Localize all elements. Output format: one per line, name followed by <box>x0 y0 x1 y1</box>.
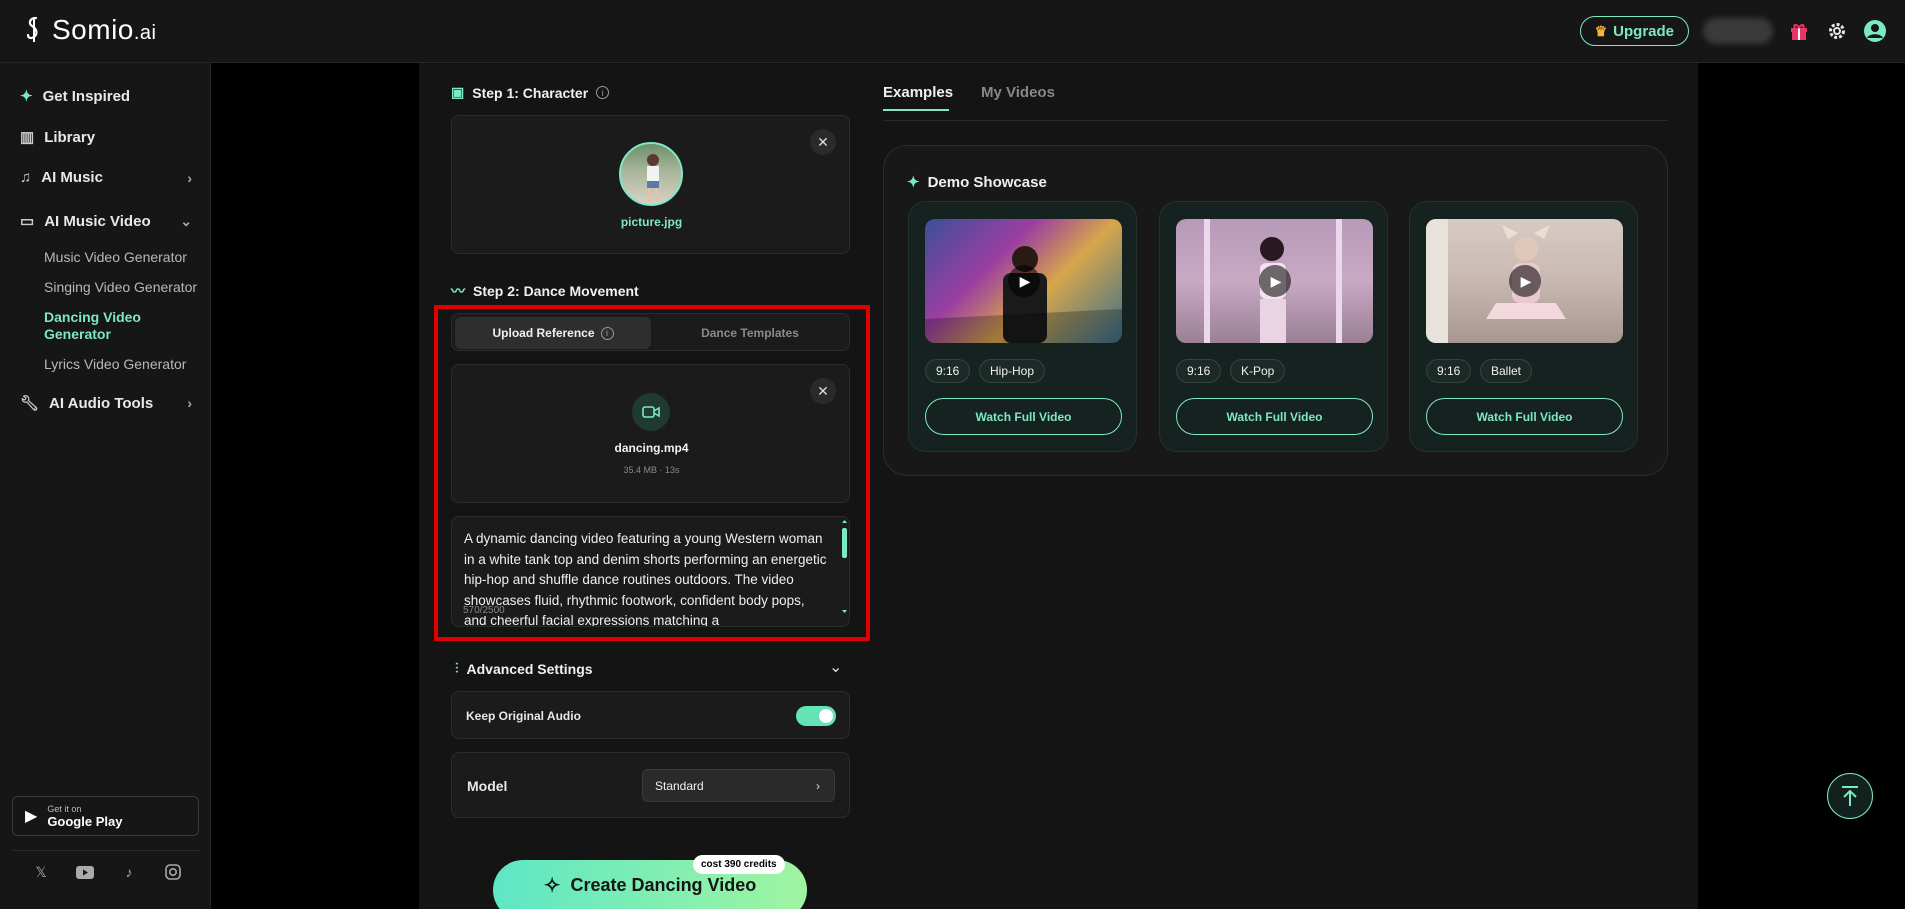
watch-full-video-button[interactable]: Watch Full Video <box>925 398 1122 435</box>
gear-icon[interactable] <box>1825 19 1849 43</box>
user-credits-blurred <box>1703 18 1773 44</box>
sidebar-sub-lyrics-video-generator[interactable]: Lyrics Video Generator <box>44 356 186 372</box>
tab-divider <box>883 120 1668 121</box>
tab-active-indicator <box>883 109 949 111</box>
step1-title: ▣ Step 1: Character i <box>451 84 610 101</box>
sidebar-item-ai-music-video[interactable]: ▭ AI Music Video ⌄ <box>20 212 192 231</box>
ratio-chip: 9:16 <box>1426 359 1472 383</box>
google-play-icon: ▶ <box>25 808 38 825</box>
step2-title: 〰 Step 2: Dance Movement <box>451 281 639 301</box>
keep-audio-row: Keep Original Audio <box>451 691 850 739</box>
sidebar-item-label: AI Music Video <box>44 212 151 230</box>
character-thumbnail <box>619 142 683 206</box>
chevron-right-icon: › <box>816 778 820 793</box>
top-bar: Somio.ai ♛ Upgrade <box>0 0 1905 63</box>
showcase-title: ✦ Demo Showcase <box>907 173 1047 192</box>
sparkle-icon: ✦ <box>20 88 33 105</box>
chevron-right-icon: › <box>187 169 192 186</box>
chevron-right-icon: › <box>187 395 192 411</box>
scroll-to-top-button[interactable] <box>1827 773 1873 819</box>
wrench-icon: 🔧︎ <box>20 395 40 412</box>
library-icon: ▥ <box>20 129 35 146</box>
youtube-icon[interactable] <box>76 863 94 881</box>
chevron-down-icon[interactable]: ⌄ <box>829 657 842 677</box>
advanced-settings-header[interactable]: ⫶ Advanced Settings <box>455 660 593 677</box>
keep-audio-toggle[interactable] <box>796 706 836 726</box>
step1-title-text: Step 1: Character <box>472 84 589 101</box>
demo-video-card: ▶ 9:16 K-Pop Watch Full Video <box>1159 201 1388 452</box>
sparkle-icon: ✦ <box>907 174 920 191</box>
genre-chip: Hip-Hop <box>979 359 1046 383</box>
sidebar-item-label: Get Inspired <box>42 87 131 105</box>
video-thumbnail[interactable]: ▶ <box>1176 219 1373 343</box>
avatar-icon[interactable] <box>1863 19 1887 43</box>
info-icon[interactable]: i <box>596 86 610 99</box>
genre-chip: Ballet <box>1480 359 1533 383</box>
sidebar: ✦ Get Inspired ▥ Library ♫ AI Music › ▭ … <box>0 63 211 909</box>
sidebar-item-library[interactable]: ▥ Library <box>20 128 192 147</box>
google-play-big: Google Play <box>47 813 123 829</box>
video-thumbnail[interactable]: ▶ <box>1426 219 1623 343</box>
google-play-small: Get it on <box>47 803 82 814</box>
sidebar-divider <box>12 850 199 851</box>
character-upload-card[interactable]: ✕ picture.jpg <box>451 115 850 254</box>
image-icon: ▣ <box>451 84 465 100</box>
model-value: Standard <box>655 778 704 793</box>
tab-examples[interactable]: Examples <box>883 84 953 101</box>
highlight-box <box>434 305 870 641</box>
watch-full-video-button[interactable]: Watch Full Video <box>1176 398 1373 435</box>
sliders-icon: ⫶ <box>455 660 459 676</box>
instagram-icon[interactable] <box>164 863 182 881</box>
logo[interactable]: Somio.ai <box>22 14 157 46</box>
create-button-label: Create Dancing Video <box>570 874 757 895</box>
upgrade-button[interactable]: ♛ Upgrade <box>1579 16 1689 46</box>
cost-badge: cost 390 credits <box>693 855 785 874</box>
toggle-knob <box>819 709 833 723</box>
sidebar-item-get-inspired[interactable]: ✦ Get Inspired <box>20 87 192 106</box>
model-label: Model <box>467 778 508 794</box>
tab-my-videos[interactable]: My Videos <box>981 84 1055 101</box>
crown-icon: ♛ <box>1594 22 1608 39</box>
close-icon[interactable]: ✕ <box>810 129 836 155</box>
keep-audio-label: Keep Original Audio <box>466 709 581 723</box>
showcase-title-text: Demo Showcase <box>927 173 1047 191</box>
model-select[interactable]: Standard › <box>642 769 835 802</box>
logo-text: Somio.ai <box>52 14 157 45</box>
genre-chip: K-Pop <box>1230 359 1286 383</box>
sidebar-item-ai-music[interactable]: ♫ AI Music › <box>20 169 192 186</box>
sidebar-sub-singing-video-generator[interactable]: Singing Video Generator <box>44 279 197 295</box>
music-note-icon: ♫ <box>20 169 32 186</box>
sidebar-item-label: AI Music <box>41 169 103 186</box>
chevron-down-icon: ⌄ <box>180 212 192 229</box>
ratio-chip: 9:16 <box>925 359 971 383</box>
tiktok-icon[interactable]: ♪ <box>120 863 138 881</box>
ratio-chip: 9:16 <box>1176 359 1222 383</box>
advanced-settings-title: Advanced Settings <box>466 660 593 677</box>
upgrade-label: Upgrade <box>1613 22 1674 40</box>
sidebar-item-ai-audio-tools[interactable]: 🔧︎ AI Audio Tools › <box>20 394 192 413</box>
logo-mark-icon <box>26 16 38 42</box>
magic-wand-icon: ✧ <box>543 874 561 897</box>
pulse-icon: 〰 <box>451 283 465 299</box>
video-thumbnail[interactable]: ▶ <box>925 219 1122 343</box>
sidebar-item-label: AI Audio Tools <box>49 394 154 412</box>
step2-title-text: Step 2: Dance Movement <box>473 283 639 299</box>
demo-video-card: ▶ 9:16 Hip-Hop Watch Full Video <box>908 201 1137 452</box>
play-icon[interactable]: ▶ <box>1008 265 1040 297</box>
sidebar-item-label: Library <box>44 128 96 146</box>
play-icon[interactable]: ▶ <box>1259 265 1291 297</box>
social-links: 𝕏 ♪ <box>32 863 182 881</box>
arrow-up-icon <box>1842 786 1858 806</box>
character-file-name: picture.jpg <box>620 215 683 229</box>
sidebar-sub-dancing-video-generator[interactable]: Dancing Video Generator <box>44 309 154 343</box>
play-icon[interactable]: ▶ <box>1509 265 1541 297</box>
video-camera-icon: ▭ <box>20 213 35 230</box>
watch-full-video-button[interactable]: Watch Full Video <box>1426 398 1623 435</box>
x-icon[interactable]: 𝕏 <box>32 863 50 881</box>
gift-icon[interactable] <box>1787 19 1811 43</box>
demo-video-card: ▶ 9:16 Ballet Watch Full Video <box>1409 201 1638 452</box>
sidebar-sub-music-video-generator[interactable]: Music Video Generator <box>44 249 187 265</box>
google-play-button[interactable]: ▶ Get it on Google Play <box>12 796 199 836</box>
